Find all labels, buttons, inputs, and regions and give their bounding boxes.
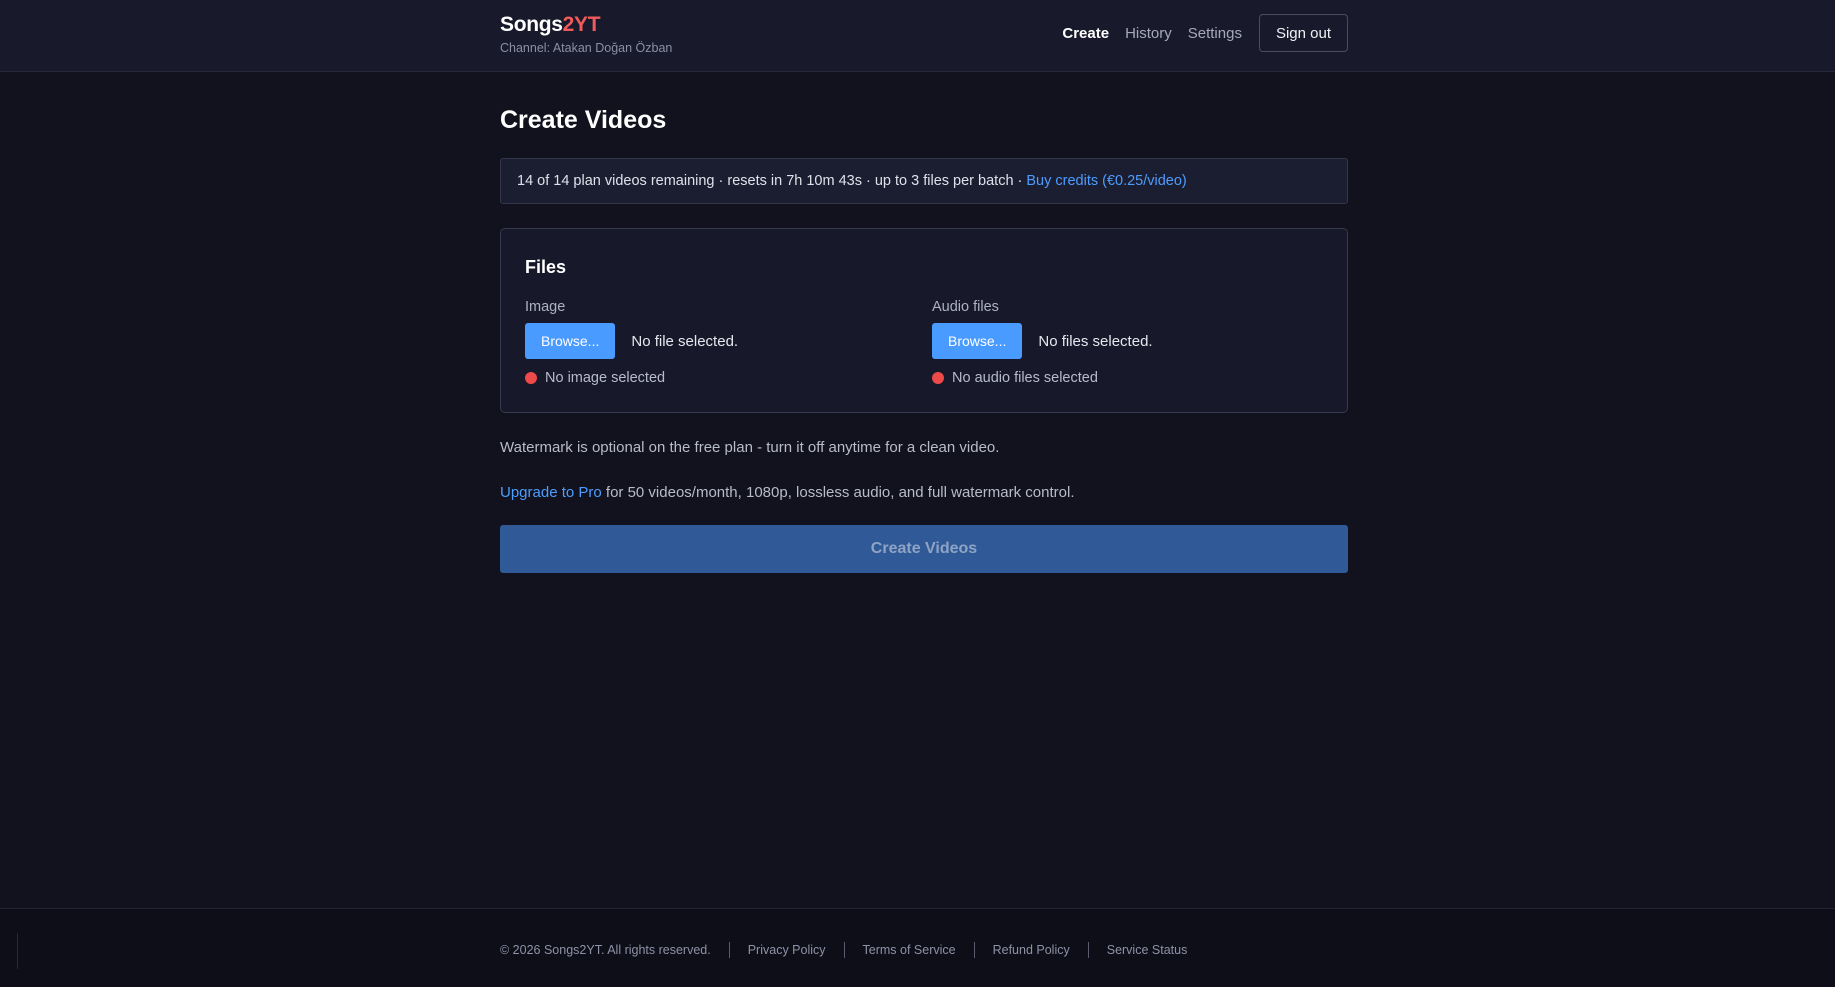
footer-link-privacy[interactable]: Privacy Policy — [748, 943, 826, 957]
footer-copyright: © 2026 Songs2YT. All rights reserved. — [500, 943, 711, 957]
nav-create[interactable]: Create — [1062, 25, 1109, 42]
footer-link-refund[interactable]: Refund Policy — [993, 943, 1070, 957]
page-title: Create Videos — [500, 106, 667, 134]
brand[interactable]: Songs2YT Channel: Atakan Doğan Özban — [500, 13, 672, 55]
error-dot-icon — [525, 372, 537, 384]
nav-settings[interactable]: Settings — [1188, 25, 1242, 42]
audio-label: Audio files — [932, 299, 999, 315]
error-dot-icon — [932, 372, 944, 384]
image-file-status: No file selected. — [631, 332, 739, 350]
audio-upload-section: Audio files Browse... No files selected.… — [932, 299, 1153, 386]
nav-history[interactable]: History — [1125, 25, 1172, 42]
brand-logo[interactable]: Songs2YT — [500, 13, 672, 37]
footer-divider — [843, 942, 845, 958]
files-card: Files Image Browse... No file selected. … — [500, 228, 1348, 413]
image-upload-section: Image Browse... No file selected. No ima… — [525, 299, 738, 386]
footer-divider — [1087, 942, 1089, 958]
brand-name-accent: 2YT — [562, 13, 601, 36]
image-browse-button[interactable]: Browse... — [525, 323, 616, 359]
main-nav: Create History Settings Sign out — [1062, 14, 1348, 52]
footer-link-terms[interactable]: Terms of Service — [863, 943, 956, 957]
audio-warning: No audio files selected — [932, 370, 1153, 386]
buy-credits-link[interactable]: Buy credits (€0.25/video) — [1026, 173, 1186, 189]
image-warning-text: No image selected — [545, 370, 666, 386]
image-label: Image — [525, 299, 566, 315]
create-videos-button[interactable]: Create Videos — [500, 525, 1348, 573]
footer-links: © 2026 Songs2YT. All rights reserved. Pr… — [500, 942, 1187, 958]
image-file-row: Browse... No file selected. — [525, 323, 738, 359]
quota-banner: 14 of 14 plan videos remaining · resets … — [500, 158, 1348, 204]
upgrade-to-pro-link[interactable]: Upgrade to Pro — [500, 484, 602, 501]
footer-divider — [728, 942, 730, 958]
main-content: Create Videos 14 of 14 plan videos remai… — [500, 72, 1348, 573]
footer-edge-divider — [17, 933, 18, 969]
upgrade-note: Upgrade to Pro for 50 videos/month, 1080… — [500, 484, 1348, 501]
sign-out-button[interactable]: Sign out — [1258, 14, 1348, 52]
upgrade-text: for 50 videos/month, 1080p, lossless aud… — [601, 484, 1075, 501]
footer-link-status[interactable]: Service Status — [1107, 943, 1188, 957]
quota-text: 14 of 14 plan videos remaining · resets … — [517, 173, 1023, 189]
audio-file-row: Browse... No files selected. — [932, 323, 1153, 359]
footer-divider — [973, 942, 975, 958]
audio-file-status: No files selected. — [1038, 332, 1153, 350]
brand-name-main: Songs — [500, 13, 563, 36]
audio-browse-button[interactable]: Browse... — [932, 323, 1023, 359]
top-header: Songs2YT Channel: Atakan Doğan Özban Cre… — [0, 0, 1835, 72]
footer: © 2026 Songs2YT. All rights reserved. Pr… — [0, 908, 1835, 987]
channel-name: Channel: Atakan Doğan Özban — [500, 41, 673, 55]
audio-warning-text: No audio files selected — [952, 370, 1098, 386]
watermark-note: Watermark is optional on the free plan -… — [500, 439, 1000, 456]
files-card-title: Files — [525, 257, 567, 277]
image-warning: No image selected — [525, 370, 738, 386]
